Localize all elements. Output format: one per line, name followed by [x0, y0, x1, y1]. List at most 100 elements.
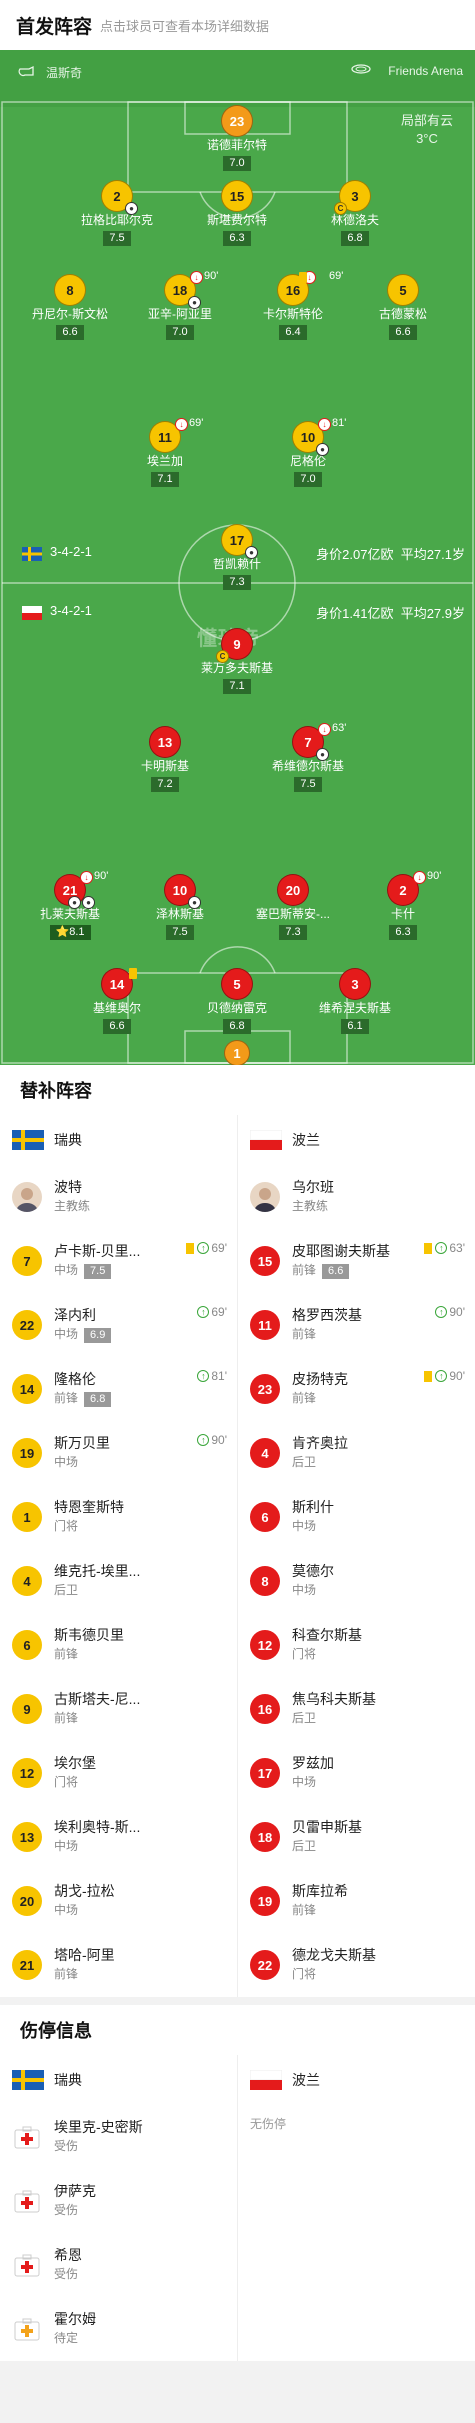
sub-in-info: ↑ 69'	[197, 1305, 227, 1319]
player-chip[interactable]: 13 卡明斯基 7.2	[115, 726, 215, 792]
player-chip[interactable]: 3C 林德洛夫 6.8	[305, 180, 405, 246]
player-chip[interactable]: 16 ↓ 69' 卡尔斯特伦 6.4	[243, 270, 343, 340]
jersey-number-text: 10	[300, 429, 316, 445]
yellow-card-icon	[129, 968, 137, 979]
player-chip[interactable]: 23 诺德菲尔特 7.0	[187, 105, 287, 171]
jersey-number: 17	[250, 1758, 280, 1788]
sub-player-row[interactable]: 12 科查尔斯基 门将	[238, 1613, 475, 1677]
player-rating: 6.3	[389, 925, 417, 940]
sub-player-row[interactable]: 6 斯韦德贝里 前锋	[0, 1613, 237, 1677]
sub-in-icon: ↑	[435, 1242, 448, 1254]
player-chip[interactable]: 1	[187, 1040, 287, 1065]
sub-player-row[interactable]: 23 皮扬特克 前锋 ↑ 90'	[238, 1357, 475, 1421]
player-position-line: 中场	[54, 1837, 140, 1856]
injuries-columns: 瑞典 埃里克-史密斯 受伤 伊萨克 受伤 希恩 受伤 霍尔姆 待定 波兰 无伤停	[0, 2055, 475, 2361]
player-chip[interactable]: 7 ↓ ● 63' 希维德尔斯基 7.5	[258, 722, 358, 792]
sub-player-row[interactable]: 11 格罗西茨基 前锋 ↑ 90'	[238, 1293, 475, 1357]
sub-player-row[interactable]: 8 莫德尔 中场	[238, 1549, 475, 1613]
player-chip[interactable]: 20 塞巴斯蒂安-... 7.3	[243, 874, 343, 940]
sub-player-row[interactable]: 7 卢卡斯-贝里... 中场 7.5 ↑ 69'	[0, 1229, 237, 1293]
player-position-line: 中场 6.9	[54, 1325, 112, 1344]
sub-player-row[interactable]: 4 维克托-埃里... 后卫	[0, 1549, 237, 1613]
player-position-line: 中场	[292, 1773, 334, 1792]
sub-player-row[interactable]: 4 肯齐奥拉 后卫	[238, 1421, 475, 1485]
player-name: 莫德尔	[292, 1563, 334, 1579]
ball-icon: ●	[316, 748, 329, 761]
away-subs-column: 波兰 乌尔班 主教练 15 皮耶图谢夫斯基 前锋 6.6 ↑ 63' 11 格罗西茨基 前锋 ↑ 90…	[237, 1115, 475, 1997]
player-name: 斯韦德贝里	[54, 1627, 124, 1643]
sub-player-row[interactable]: 6 斯利什 中场	[238, 1485, 475, 1549]
sub-out-icon: ↓	[80, 871, 93, 884]
player-name: 肯齐奥拉	[292, 1435, 348, 1451]
player-chip[interactable]: 17 ● 哲凯赖什 7.3	[187, 524, 287, 590]
player-chip[interactable]: 2 ↓ 90' 卡什 6.3	[353, 870, 453, 940]
player-chip[interactable]: 14 基维奥尔 6.6	[67, 968, 167, 1034]
lineup-title: 首发阵容	[16, 16, 93, 38]
player-rating: 6.8	[84, 1392, 112, 1407]
away-coach-row[interactable]: 乌尔班 主教练	[238, 1165, 475, 1229]
sub-player-row[interactable]: 13 埃利奥特-斯... 中场	[0, 1805, 237, 1869]
player-chip[interactable]: 10 ↓ ● 81' 尼格伦 7.0	[258, 417, 358, 487]
sub-player-row[interactable]: 22 德龙戈夫斯基 门将	[238, 1933, 475, 1997]
player-position: 前锋	[54, 1711, 79, 1725]
sub-player-row[interactable]: 14 隆格伦 前锋 6.8 ↑ 81'	[0, 1357, 237, 1421]
player-chip[interactable]: 8 丹尼尔-斯文松 6.6	[20, 274, 120, 340]
player-chip[interactable]: 18 ↓ ● 90' 亚辛-阿亚里 7.0	[130, 270, 230, 340]
sub-player-row[interactable]: 19 斯万贝里 中场 ↑ 90'	[0, 1421, 237, 1485]
sub-player-row[interactable]: 9 古斯塔夫-尼... 前锋	[0, 1677, 237, 1741]
sub-player-row[interactable]: 17 罗兹加 中场	[238, 1741, 475, 1805]
sub-in-icon: ↑	[435, 1370, 448, 1382]
player-name: 皮扬特克	[292, 1371, 348, 1387]
player-chip[interactable]: 2 ● 拉格比耶尔克 7.5	[67, 180, 167, 246]
jersey-number: 21	[12, 1950, 42, 1980]
player-position-line: 后卫	[292, 1709, 376, 1728]
player-rating-text: 8.1	[69, 926, 85, 938]
sub-player-row[interactable]: 1 特恩奎斯特 门将	[0, 1485, 237, 1549]
player-chip[interactable]: 10 ● 泽林斯基 7.5	[130, 874, 230, 940]
sub-player-row[interactable]: 22 泽内利 中场 6.9 ↑ 69'	[0, 1293, 237, 1357]
sub-out-icon: ↓	[413, 871, 426, 884]
ball-icon: ●	[188, 296, 201, 309]
injury-row[interactable]: 霍尔姆 待定	[0, 2297, 237, 2361]
sub-player-row[interactable]: 15 皮耶图谢夫斯基 前锋 6.6 ↑ 63'	[238, 1229, 475, 1293]
player-chip[interactable]: 21 ↓ ● ● 90' 扎莱夫斯基 ⭐8.1	[20, 870, 120, 940]
injury-row[interactable]: 希恩 受伤	[0, 2233, 237, 2297]
player-position: 后卫	[292, 1711, 317, 1725]
sub-player-row[interactable]: 19 斯库拉希 前锋	[238, 1869, 475, 1933]
sub-in-info: ↑ 63'	[424, 1241, 465, 1255]
player-name: 胡戈-拉松	[54, 1883, 115, 1899]
sub-in-icon: ↑	[197, 1434, 210, 1446]
player-chip[interactable]: 15 斯堪费尔特 6.3	[187, 180, 287, 246]
ball-icon: ●	[68, 896, 81, 909]
injury-row[interactable]: 埃里克-史密斯 受伤	[0, 2105, 237, 2169]
sub-player-row[interactable]: 16 焦乌科夫斯基 后卫	[238, 1677, 475, 1741]
injury-status: 受伤	[54, 2203, 79, 2217]
player-position-line: 门将	[54, 1517, 124, 1536]
home-injuries-column: 瑞典 埃里克-史密斯 受伤 伊萨克 受伤 希恩 受伤 霍尔姆 待定	[0, 2055, 237, 2361]
away-injury-header: 波兰	[238, 2055, 475, 2105]
injury-row[interactable]: 伊萨克 受伤	[0, 2169, 237, 2233]
player-chip[interactable]: 3 维希涅夫斯基 6.1	[305, 968, 405, 1034]
sub-player-row[interactable]: 21 塔哈-阿里 前锋	[0, 1933, 237, 1997]
player-chip[interactable]: 9C 莱万多夫斯基 7.1	[187, 628, 287, 694]
pitch: 温斯奇 Friends Arena 局部有云 3°C 3-4-2-1 身价2.0…	[0, 50, 475, 1065]
lineup-hint: 点击球员可查看本场详细数据	[100, 18, 270, 34]
sub-player-row[interactable]: 12 埃尔堡 门将	[0, 1741, 237, 1805]
jersey-number: 8	[54, 274, 86, 306]
jersey-number-text: 11	[158, 429, 172, 445]
player-name: 古德蒙松	[378, 307, 427, 321]
player-chip[interactable]: 5 贝德纳雷克 6.8	[187, 968, 287, 1034]
sub-in-time: 90'	[211, 1433, 227, 1447]
player-rating: ⭐8.1	[49, 925, 91, 940]
player-position: 门将	[54, 1519, 79, 1533]
sub-player-row[interactable]: 20 胡戈-拉松 中场	[0, 1869, 237, 1933]
player-position-line: 前锋	[292, 1389, 348, 1408]
home-coach-row[interactable]: 波特 主教练	[0, 1165, 237, 1229]
player-rating: 6.3	[223, 231, 251, 246]
away-subs-list: 15 皮耶图谢夫斯基 前锋 6.6 ↑ 63' 11 格罗西茨基 前锋 ↑ 90' 23 皮扬特克 前锋 ↑…	[238, 1229, 475, 1997]
player-chip[interactable]: 11 ↓ 69' 埃兰加 7.1	[115, 417, 215, 487]
sub-player-row[interactable]: 18 贝雷申斯基 后卫	[238, 1805, 475, 1869]
player-rating: 7.3	[279, 925, 307, 940]
player-chip[interactable]: 5 古德蒙松 6.6	[353, 274, 453, 340]
player-name: 泽林斯基	[155, 907, 204, 921]
